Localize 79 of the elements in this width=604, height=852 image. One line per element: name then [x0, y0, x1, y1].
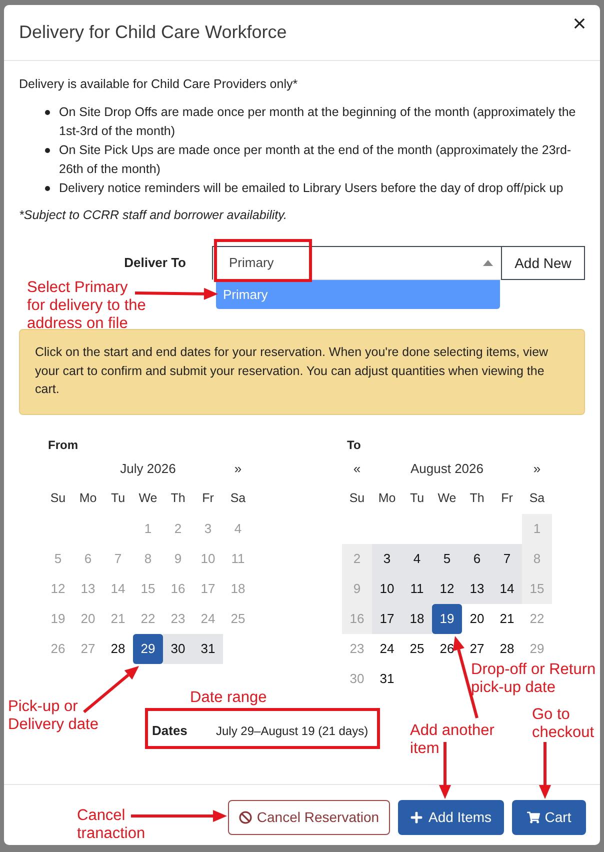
close-icon	[574, 18, 584, 29]
previous-month-button[interactable]: «	[350, 460, 364, 476]
annotation-arrow	[83, 666, 139, 714]
annotation-arrow	[539, 742, 551, 799]
intro-text: Delivery is available for Child Care Providers only*	[19, 76, 299, 93]
cart-icon	[526, 811, 540, 824]
weekday-label: Mo	[378, 490, 396, 508]
calendar-day[interactable]: 31	[193, 634, 223, 664]
weekday-label: Mo	[79, 490, 97, 508]
dropdown-option[interactable]: Primary	[216, 280, 500, 309]
bullet-text: On Site Pick Ups are made once per month at the end of the month (approximately the 23rd-26th of the month)	[59, 142, 572, 178]
weekday-label: Tu	[410, 490, 424, 508]
calendar-day[interactable]: 7	[492, 544, 522, 574]
weekday-label: We	[138, 490, 158, 508]
calendar-day[interactable]: 21	[492, 604, 522, 634]
calendar-day[interactable]: 25	[402, 634, 432, 664]
weekday-label: Sa	[230, 490, 246, 508]
weekday-label: Sa	[529, 490, 545, 508]
next-month-button[interactable]: »	[530, 460, 544, 476]
month-title: July 2026	[120, 460, 176, 478]
annotation-arrow	[439, 742, 451, 799]
add-new-button[interactable]: Add New	[501, 246, 585, 280]
cancel-reservation-button[interactable]: Cancel Reservation	[228, 800, 390, 835]
weekday-label: Th	[170, 490, 186, 508]
calendar-day[interactable]: 30	[163, 634, 193, 664]
weekday-label: We	[438, 490, 456, 508]
dates-value: July 29–August 19 (21 days)	[216, 722, 368, 740]
dates-label: Dates	[152, 722, 188, 740]
calendar-day[interactable]: 4	[402, 544, 432, 574]
calendar-day[interactable]: 14	[492, 574, 522, 604]
calendar-day[interactable]: 28	[492, 634, 522, 664]
calendar-day[interactable]: 12	[432, 574, 462, 604]
calendar-day[interactable]: 11	[402, 574, 432, 604]
calendar-day[interactable]: 5	[432, 544, 462, 574]
footnote-text: *Subject to CCRR staff and borrower availability.	[19, 207, 288, 224]
caret-up-icon	[483, 260, 493, 266]
annotation-note: Date range	[190, 689, 267, 707]
calendar-day[interactable]: 20	[462, 604, 492, 634]
notice-alert: Click on the start and end dates for your reservation. When you're done selecting items, view your cart to confirm and submit your reservation. You can adjust quantities when viewing the cart.	[19, 329, 585, 414]
weekday-label: Tu	[110, 490, 126, 508]
calendar-day[interactable]: 26	[432, 634, 462, 664]
bullet-text: On Site Drop Offs are made once per month at the beginning of the month (approximately the 1st-3rd of the month)	[59, 104, 577, 140]
annotation-note: Cancel tranaction	[77, 807, 146, 843]
address-select[interactable]: Primary	[212, 246, 501, 280]
calendar-day[interactable]: 19	[432, 604, 462, 634]
ban-icon	[238, 811, 252, 824]
calendar-day[interactable]: 24	[372, 634, 402, 664]
plus-icon	[410, 811, 424, 824]
add-items-button[interactable]: Add Items	[398, 800, 504, 835]
dialog-title: Delivery for Child Care Workforce	[19, 21, 287, 44]
bullet-icon	[45, 110, 50, 115]
calendar-day[interactable]: 18	[402, 604, 432, 634]
calendar-day[interactable]: 17	[372, 604, 402, 634]
calendar-day[interactable]: 29	[133, 634, 163, 664]
calendar-day[interactable]: 10	[372, 574, 402, 604]
calendar-day[interactable]: 13	[462, 574, 492, 604]
weekday-label: Su	[349, 490, 365, 508]
calendar-day[interactable]: 31	[372, 664, 402, 694]
bullet-icon	[45, 148, 50, 153]
annotation-note: Pick-up or Delivery date	[8, 698, 98, 734]
bullet-text: Delivery notice reminders will be emailed to Library Users before the day of drop off/pick up	[59, 180, 564, 197]
calendar-label: From	[48, 438, 78, 452]
calendar-day[interactable]: 27	[462, 634, 492, 664]
calendar-label: To	[347, 438, 361, 452]
month-title: August 2026	[410, 460, 484, 478]
deliver-to-label: Deliver To	[124, 254, 186, 272]
annotation-note: Go to checkout	[532, 706, 594, 742]
calendar-day[interactable]: 28	[103, 634, 133, 664]
annotation-note: Add another item	[410, 722, 494, 758]
calendar-day[interactable]: 6	[462, 544, 492, 574]
calendar-day[interactable]: 3	[372, 544, 402, 574]
next-month-button[interactable]: »	[231, 460, 245, 476]
annotation-note: Drop-off or Return pick-up date	[471, 661, 596, 697]
bullet-icon	[45, 186, 50, 191]
cart-button[interactable]: Cart	[512, 800, 586, 835]
weekday-label: Su	[50, 490, 66, 508]
weekday-label: Fr	[202, 490, 214, 508]
weekday-label: Fr	[501, 490, 513, 508]
weekday-label: Th	[470, 490, 484, 508]
